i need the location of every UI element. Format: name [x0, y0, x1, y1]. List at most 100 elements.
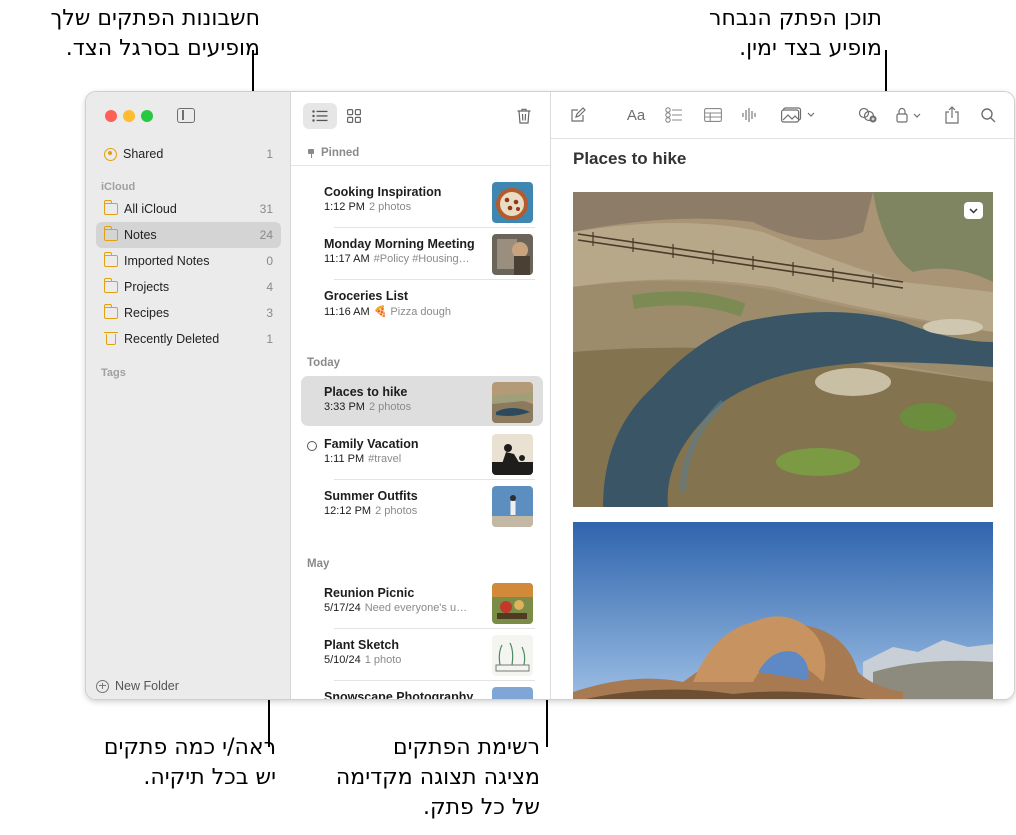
sidebar-item-count: 3 — [266, 306, 273, 320]
sidebar-toggle-icon[interactable] — [177, 108, 195, 123]
media-button[interactable] — [777, 104, 821, 126]
sidebar-item-all-icloud[interactable]: All iCloud 31 — [96, 196, 281, 222]
image-options-button[interactable] — [964, 202, 983, 219]
sidebar-item-projects[interactable]: Projects 4 — [96, 274, 281, 300]
note-photo-hot-springs[interactable] — [573, 192, 993, 507]
close-window-button[interactable] — [105, 110, 117, 122]
gallery-view-button[interactable] — [337, 103, 371, 129]
note-meta: 12:12 PM 2 photos — [324, 505, 418, 517]
table-icon — [704, 108, 722, 122]
sidebar-item-imported-notes[interactable]: Imported Notes 0 — [96, 248, 281, 274]
checklist-icon — [665, 107, 682, 123]
note-thumbnail-plant — [492, 635, 533, 676]
editor-toolbar: Aa — [551, 92, 1014, 139]
note-title-heading: Places to hike — [573, 149, 687, 168]
sidebar-item-label: Shared — [123, 147, 164, 161]
note-title: Snowscape Photography — [324, 690, 474, 699]
notes-window: Shared 1 iCloud All iCloud 31 Notes 24 I… — [85, 91, 1015, 700]
sidebar-item-recently-deleted[interactable]: Recently Deleted 1 — [96, 326, 281, 352]
section-may: May — [307, 558, 330, 570]
note-meta: 3:33 PM 2 photos — [324, 401, 412, 413]
format-button[interactable]: Aa — [623, 104, 649, 126]
note-meta: 11:16 AM 🍕 Pizza dough — [324, 306, 451, 318]
sidebar-item-label: All iCloud — [124, 202, 177, 216]
note-title: Groceries List — [324, 289, 409, 303]
folder-icon — [104, 200, 118, 215]
note-row-monday-morning-meeting[interactable]: Monday Morning Meeting 11:17 AM #Policy #… — [301, 228, 543, 280]
callout-note-content: תוכן הפתק הנבחר מופיע בצד ימין. — [709, 6, 882, 61]
list-view-button[interactable] — [303, 103, 337, 129]
note-meta: 1:12 PM 2 photos — [324, 201, 412, 213]
section-today: Today — [307, 357, 341, 369]
shared-icon — [104, 147, 117, 161]
photo-library-icon — [781, 107, 815, 123]
new-folder-label: New Folder — [115, 679, 179, 693]
note-title: Plant Sketch — [324, 638, 400, 652]
note-thumbnail-snowscape — [492, 687, 533, 699]
sidebar-item-shared[interactable]: Shared 1 — [96, 141, 281, 167]
trash-icon — [517, 108, 531, 124]
sidebar-item-label: Projects — [124, 280, 170, 294]
note-row-summer-outfits[interactable]: Summer Outfits 12:12 PM 2 photos — [301, 480, 543, 530]
new-folder-button[interactable]: New Folder — [96, 679, 179, 693]
sidebar: Shared 1 iCloud All iCloud 31 Notes 24 I… — [86, 92, 291, 699]
section-icloud: iCloud — [101, 181, 136, 193]
note-title: Family Vacation — [324, 437, 419, 451]
note-meta: 5/10/24 1 photo — [324, 654, 402, 666]
table-button[interactable] — [701, 104, 725, 126]
sidebar-item-label: Imported Notes — [124, 254, 210, 268]
note-row-places-to-hike[interactable]: Places to hike 3:33 PM 2 photos — [301, 376, 543, 426]
note-photo-arch-rock[interactable] — [573, 522, 993, 699]
collaborate-button[interactable] — [856, 104, 880, 126]
note-title: Cooking Inspiration — [324, 185, 442, 199]
waveform-icon — [742, 108, 756, 122]
note-thumbnail-hike — [492, 382, 533, 423]
trash-icon — [104, 331, 118, 345]
callout-sidebar-accounts: חשבונות הפתקים שלך מופיעים בסרגל הצד. — [50, 6, 260, 61]
search-icon — [980, 107, 995, 122]
sidebar-item-count: 0 — [266, 254, 273, 268]
gallery-view-icon — [347, 109, 361, 123]
sidebar-item-count: 24 — [259, 228, 273, 242]
note-title: Places to hike — [324, 385, 408, 399]
note-meta: 1:11 PM #travel — [324, 453, 402, 465]
pinned-divider — [291, 165, 550, 166]
zoom-window-button[interactable] — [141, 110, 153, 122]
folder-icon — [104, 278, 118, 293]
checklist-button[interactable] — [663, 104, 685, 126]
chevron-down-icon — [969, 207, 978, 214]
note-thumbnail-picnic — [492, 583, 533, 624]
sidebar-item-count: 1 — [266, 147, 273, 161]
note-thumbnail-vacation — [492, 434, 533, 475]
audio-button[interactable] — [739, 104, 761, 126]
lock-icon — [896, 107, 921, 123]
notes-list: Pinned Cooking Inspiration 1:12 PM 2 phot… — [291, 92, 551, 699]
section-pinned: Pinned — [307, 147, 359, 159]
search-button[interactable] — [977, 104, 999, 126]
sidebar-item-count: 1 — [266, 332, 273, 346]
note-row-cooking-inspiration[interactable]: Cooking Inspiration 1:12 PM 2 photos — [301, 176, 543, 228]
delete-note-button[interactable] — [507, 103, 541, 129]
shared-note-icon — [307, 441, 317, 451]
lock-button[interactable] — [893, 104, 927, 126]
note-title: Summer Outfits — [324, 489, 418, 503]
new-note-button[interactable] — [567, 104, 589, 126]
note-row-snowscape-photography[interactable]: Snowscape Photography — [301, 681, 543, 699]
note-row-groceries-list[interactable]: Groceries List 11:16 AM 🍕 Pizza dough — [301, 280, 543, 330]
note-editor: Aa Places to hike — [551, 92, 1014, 699]
note-row-plant-sketch[interactable]: Plant Sketch 5/10/24 1 photo — [301, 629, 543, 681]
folder-icon — [104, 252, 118, 267]
share-icon — [945, 106, 959, 124]
note-thumbnail-pizza — [492, 182, 533, 223]
sidebar-item-count: 31 — [259, 202, 273, 216]
share-button[interactable] — [941, 104, 963, 126]
note-row-reunion-picnic[interactable]: Reunion Picnic 5/17/24 Need everyone's u… — [301, 577, 543, 629]
sidebar-item-recipes[interactable]: Recipes 3 — [96, 300, 281, 326]
folder-icon — [104, 226, 118, 241]
note-title: Monday Morning Meeting — [324, 237, 475, 251]
minimize-window-button[interactable] — [123, 110, 135, 122]
folder-icon — [104, 304, 118, 319]
sidebar-item-notes[interactable]: Notes 24 — [96, 222, 281, 248]
note-row-family-vacation[interactable]: Family Vacation 1:11 PM #travel — [301, 428, 543, 480]
note-meta: 11:17 AM #Policy #Housing… — [324, 253, 470, 265]
